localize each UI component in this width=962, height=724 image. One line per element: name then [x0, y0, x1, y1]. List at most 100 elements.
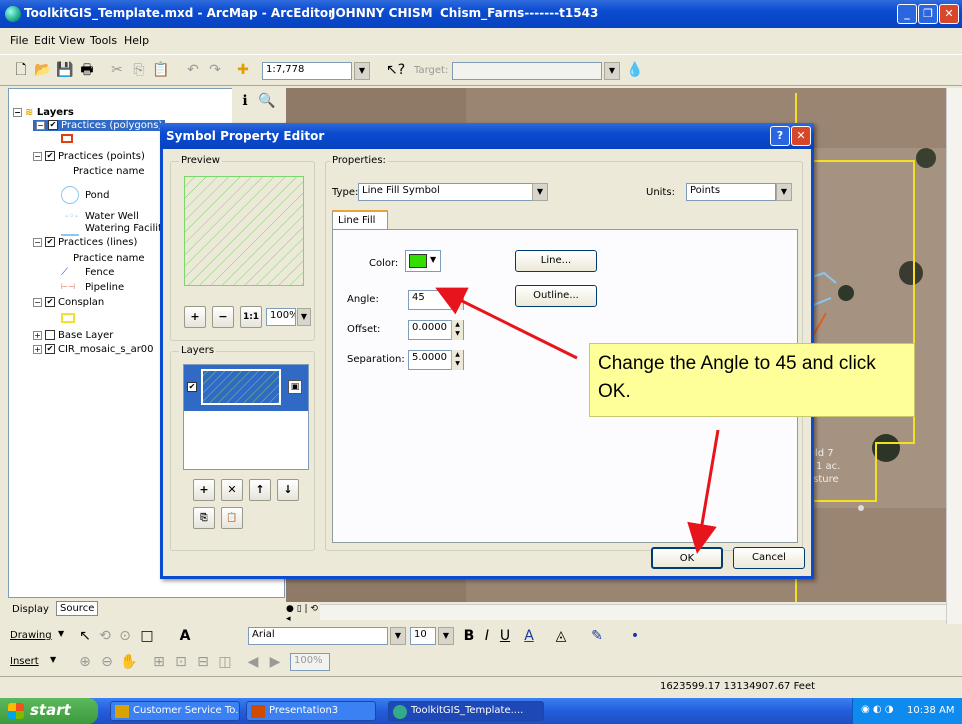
add-layer-button[interactable]: + — [193, 479, 215, 501]
symbol-layer-visible-checkbox[interactable]: ✔ — [187, 382, 197, 392]
print-icon[interactable]: 🖶 — [78, 61, 96, 79]
target-dropdown-arrow[interactable]: ▼ — [604, 62, 620, 80]
identify-icon[interactable]: ℹ — [236, 92, 254, 110]
redo-icon[interactable]: ↷ — [206, 61, 224, 79]
add-data-icon[interactable]: ✚ — [234, 61, 252, 79]
color-picker-button[interactable]: ▼ — [405, 250, 441, 272]
full-extent-icon[interactable]: ⊞ — [150, 653, 168, 671]
rotate-icon[interactable]: ⟲ — [96, 627, 114, 645]
bold-icon[interactable]: B — [460, 627, 478, 645]
target-select[interactable] — [452, 62, 602, 80]
copy-layer-button[interactable]: ⎘ — [193, 507, 215, 529]
save-icon[interactable]: 💾 — [56, 61, 74, 79]
separation-spinner-icon[interactable]: ▲ ▼ — [451, 350, 463, 370]
drawing-menu[interactable]: Drawing — [10, 630, 52, 641]
cancel-button[interactable]: Cancel — [733, 547, 805, 569]
undo-icon[interactable]: ↶ — [184, 61, 202, 79]
rectangle-icon[interactable]: □ — [138, 627, 156, 645]
dialog-close-button[interactable]: ✕ — [791, 126, 811, 146]
preview-actual-size-button[interactable]: 1:1 — [240, 306, 262, 328]
lock-layer-icon[interactable]: ▣ — [288, 380, 302, 394]
line-color-icon[interactable]: ✎ — [588, 627, 606, 645]
toc-layer-practices-points[interactable]: − ✔ Practices (points) — [33, 151, 145, 162]
insert-dropdown-icon[interactable]: ▼ — [50, 655, 56, 664]
restore-button[interactable]: ❐ — [918, 4, 938, 24]
underline-icon[interactable]: U — [496, 627, 514, 645]
toc-root[interactable]: − ≋ Layers — [13, 107, 74, 118]
new-document-icon[interactable]: 🗋 — [12, 61, 30, 79]
open-folder-icon[interactable]: 📂 — [34, 61, 52, 79]
layout-zoom-select[interactable]: 100% — [290, 653, 330, 671]
dialog-help-button[interactable]: ? — [770, 126, 790, 146]
toc-layer-practices-polygons[interactable]: − ✔ Practices (polygons) — [33, 120, 166, 131]
fill-color-icon[interactable]: ◬ — [552, 627, 570, 645]
units-dropdown-arrow[interactable]: ▼ — [776, 183, 792, 201]
paste-layer-button[interactable]: 📋 — [221, 507, 243, 529]
toc-layer-base-layer[interactable]: + Base Layer — [33, 330, 113, 341]
font-color-icon[interactable]: A — [520, 627, 538, 645]
toc-layer-practices-lines[interactable]: − ✔ Practices (lines) — [33, 237, 137, 248]
cut-icon[interactable]: ✂ — [108, 61, 126, 79]
symbol-type-select[interactable]: Line Fill Symbol — [358, 183, 538, 201]
type-dropdown-arrow[interactable]: ▼ — [532, 183, 548, 201]
italic-icon[interactable]: I — [478, 627, 496, 645]
task-presentation3[interactable]: Presentation3 — [246, 701, 376, 721]
pan-icon[interactable]: ✋ — [120, 653, 138, 671]
font-size-select[interactable]: 10 — [410, 627, 436, 645]
symbol-layers-list[interactable]: ✔ ▣ — [183, 364, 309, 470]
zoom-in-fixed-icon[interactable]: ⊕ — [76, 653, 94, 671]
back-extent-icon[interactable]: ◀ — [244, 653, 262, 671]
move-layer-up-button[interactable]: ↑ — [249, 479, 271, 501]
preview-zoom-out-button[interactable]: − — [212, 306, 234, 328]
marker-color-icon[interactable]: • — [626, 627, 644, 645]
font-name-select[interactable]: Arial — [248, 627, 388, 645]
ok-button[interactable]: OK — [651, 547, 723, 569]
font-size-dropdown-arrow[interactable]: ▼ — [438, 627, 454, 645]
map-view-buttons[interactable]: ● ▯ | ⟲ ◂ — [286, 604, 320, 624]
toc-layer-cir-mosaic[interactable]: + ✔ CIR_mosaic_s_ar00 — [33, 344, 154, 355]
line-button[interactable]: Line... — [515, 250, 597, 272]
task-toolkitgis[interactable]: ToolkitGIS_Template.... — [388, 701, 544, 721]
preview-zoom-in-button[interactable]: + — [184, 306, 206, 328]
map-scale-input[interactable]: 1:7,778 — [262, 62, 352, 80]
menu-view[interactable]: View — [59, 34, 85, 47]
angle-spinner-icon[interactable]: ▲ ▼ — [451, 290, 463, 310]
menu-help[interactable]: Help — [124, 34, 149, 47]
text-icon[interactable]: A — [176, 627, 194, 645]
zoom-whole-page-icon[interactable]: ⊙ — [116, 627, 134, 645]
toc-layer-consplan[interactable]: − ✔ Consplan — [33, 297, 104, 308]
start-button[interactable]: start — [0, 698, 98, 724]
units-select[interactable]: Points — [686, 183, 776, 201]
forward-extent-icon[interactable]: ▶ — [266, 653, 284, 671]
zoom-dropdown-arrow[interactable]: ▼ — [297, 308, 311, 326]
zoom-out-fixed-icon[interactable]: ⊖ — [98, 653, 116, 671]
layout-zoom-out-icon[interactable]: ⊟ — [194, 653, 212, 671]
preview-zoom-select[interactable]: 100% — [266, 308, 296, 326]
remove-layer-button[interactable]: ✕ — [221, 479, 243, 501]
select-elements-icon[interactable]: ↖ — [76, 627, 94, 645]
tab-display[interactable]: Display — [12, 604, 49, 615]
paste-icon[interactable]: 📋 — [152, 61, 170, 79]
tray-icons[interactable]: ◉ ◐ ◑ — [861, 704, 894, 715]
symbol-layer-row[interactable]: ✔ ▣ — [184, 365, 308, 411]
font-dropdown-arrow[interactable]: ▼ — [390, 627, 406, 645]
map-horizontal-scrollbar[interactable] — [320, 604, 946, 620]
zoom-100-icon[interactable]: ◫ — [216, 653, 234, 671]
move-layer-down-button[interactable]: ↓ — [277, 479, 299, 501]
layout-zoom-icon[interactable]: ⊡ — [172, 653, 190, 671]
menu-edit[interactable]: Edit — [34, 34, 55, 47]
offset-spinner-icon[interactable]: ▲ ▼ — [451, 320, 463, 340]
scale-dropdown-arrow[interactable]: ▼ — [354, 62, 370, 80]
menu-file[interactable]: File — [10, 34, 28, 47]
outline-button[interactable]: Outline... — [515, 285, 597, 307]
copy-icon[interactable]: ⎘ — [130, 61, 148, 79]
menu-tools[interactable]: Tools — [90, 34, 117, 47]
task-customer-service[interactable]: Customer Service To... — [110, 701, 240, 721]
insert-menu[interactable]: Insert — [10, 656, 39, 667]
editor-toolbar-icon[interactable]: 💧 — [626, 61, 644, 79]
close-button[interactable]: ✕ — [939, 4, 959, 24]
drawing-dropdown-icon[interactable]: ▼ — [58, 629, 64, 638]
map-vertical-scrollbar[interactable] — [946, 88, 962, 628]
minimize-button[interactable]: _ — [897, 4, 917, 24]
tab-line-fill[interactable]: Line Fill — [332, 210, 388, 230]
